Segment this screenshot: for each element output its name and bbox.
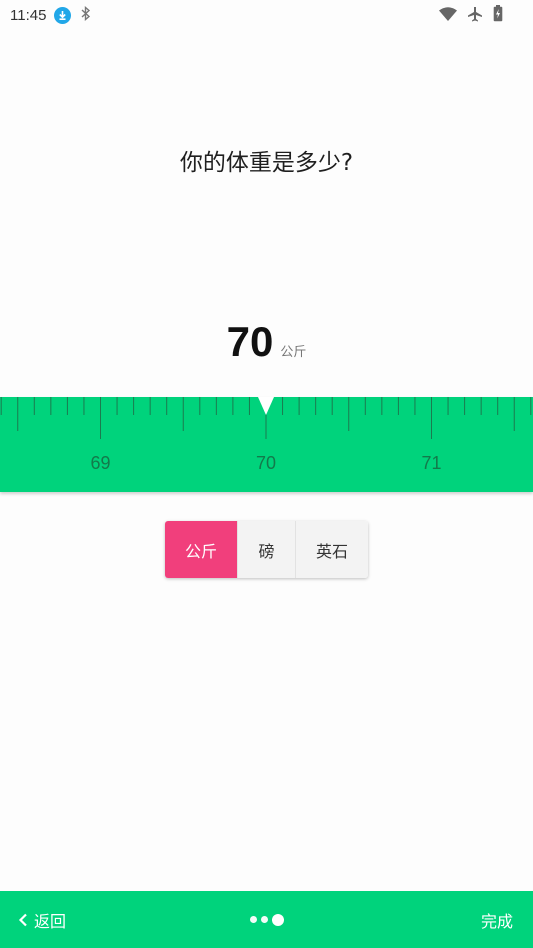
bluetooth-icon — [81, 5, 91, 25]
status-time: 11:45 — [10, 6, 47, 24]
unit-selector: 公斤 磅 英石 — [165, 521, 368, 578]
airplane-icon — [467, 6, 483, 26]
ruler-indicator-icon — [258, 397, 274, 415]
weight-display: 70 公斤 — [0, 318, 533, 366]
page-dot-active — [272, 913, 284, 926]
bottom-nav: 返回 完成 — [0, 891, 533, 948]
done-button[interactable]: 完成 — [481, 891, 513, 948]
question-title: 你的体重是多少? — [179, 150, 354, 176]
ruler-label: 71 — [421, 453, 441, 473]
unit-option-kg[interactable]: 公斤 — [165, 521, 237, 578]
download-icon — [54, 6, 72, 24]
page-indicator — [250, 891, 284, 948]
screen: 11:45 你的体重是多少? 70 公斤 69 70 71 公斤 磅 英石 返回… — [0, 0, 533, 948]
unit-option-stone[interactable]: 英石 — [295, 521, 368, 578]
back-button[interactable]: 返回 — [18, 891, 66, 948]
weight-unit: 公斤 — [280, 345, 307, 360]
chevron-left-icon — [18, 913, 27, 926]
unit-option-lb[interactable]: 磅 — [237, 521, 295, 578]
ruler-label: 70 — [256, 453, 276, 473]
wifi-icon — [439, 6, 457, 25]
weight-value: 70 — [226, 318, 274, 365]
weight-ruler[interactable]: 69 70 71 — [0, 397, 533, 492]
back-label: 返回 — [34, 911, 67, 931]
status-bar: 11:45 — [0, 0, 533, 30]
ruler-label: 69 — [90, 453, 110, 473]
ruler-ticks: 69 70 71 — [0, 397, 532, 473]
battery-icon — [493, 5, 503, 26]
page-dot — [250, 916, 257, 923]
page-dot — [261, 916, 268, 923]
